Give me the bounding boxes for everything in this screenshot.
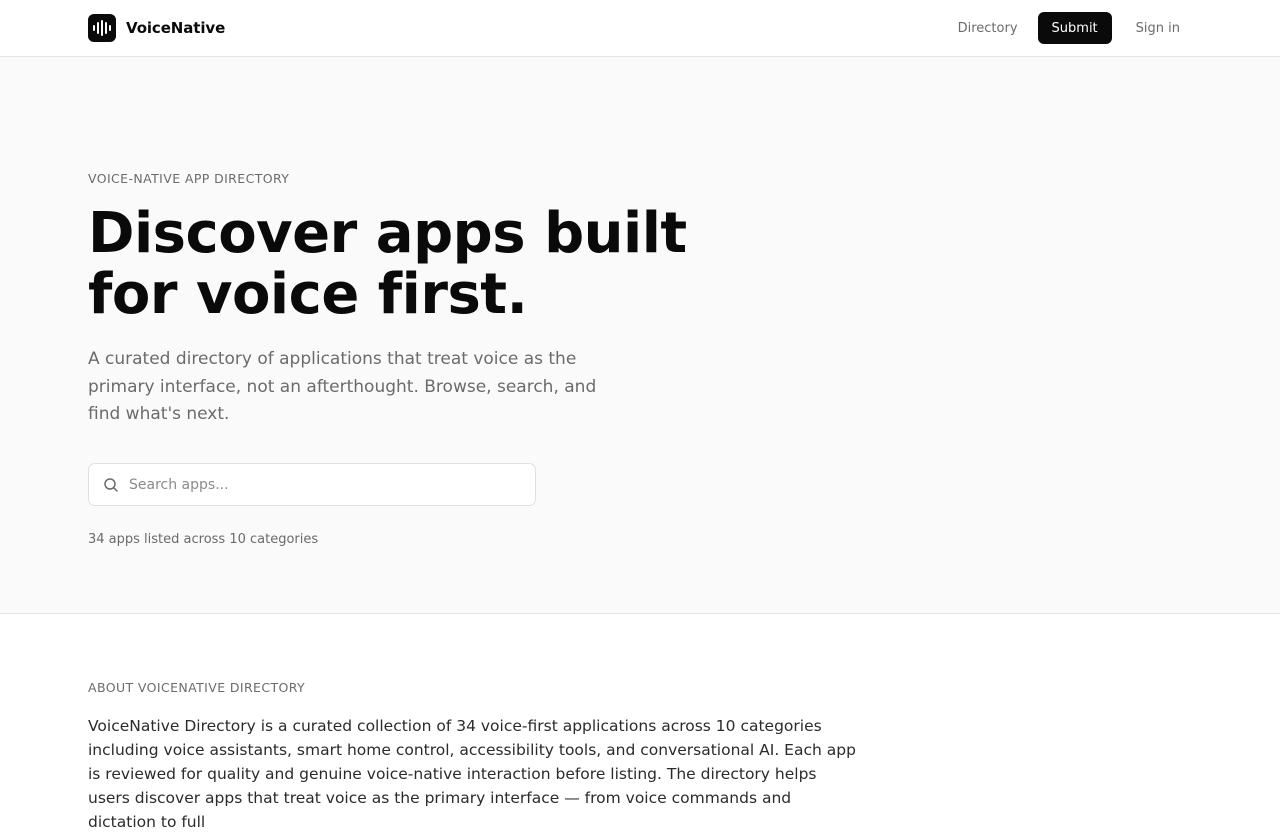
submit-button[interactable]: Submit — [1037, 12, 1112, 44]
app-count-stats: 34 apps listed across 10 categories — [88, 532, 319, 547]
brand-home-link[interactable]: VoiceNative — [88, 14, 225, 42]
main-nav: Directory Submit Sign in — [958, 12, 1180, 44]
headline-line-2: for voice first. — [88, 262, 528, 327]
headline-line-1: Discover apps built — [88, 201, 687, 266]
search-icon — [103, 477, 119, 493]
hero-subtext: A curated directory of applications that… — [88, 349, 597, 424]
about-section: ABOUT VOICENATIVE DIRECTORY VoiceNative … — [0, 614, 1280, 831]
hero-eyebrow: VOICE-NATIVE APP DIRECTORY — [88, 171, 290, 186]
sign-in-link[interactable]: Sign in — [1136, 21, 1180, 36]
brand-name: VoiceNative — [126, 19, 226, 37]
search-box — [88, 463, 536, 506]
top-navigation-bar: VoiceNative Directory Submit Sign in — [0, 0, 1280, 57]
nav-directory-link[interactable]: Directory — [958, 21, 1018, 36]
search-input[interactable] — [129, 464, 529, 505]
about-eyebrow: ABOUT VOICENATIVE DIRECTORY — [88, 680, 306, 695]
hero-headline: Discover apps built for voice first. — [88, 203, 768, 325]
about-body-text: VoiceNative Directory is a curated colle… — [88, 717, 856, 831]
hero-section: VOICE-NATIVE APP DIRECTORY Discover apps… — [0, 57, 1280, 614]
waveform-icon — [88, 14, 116, 42]
